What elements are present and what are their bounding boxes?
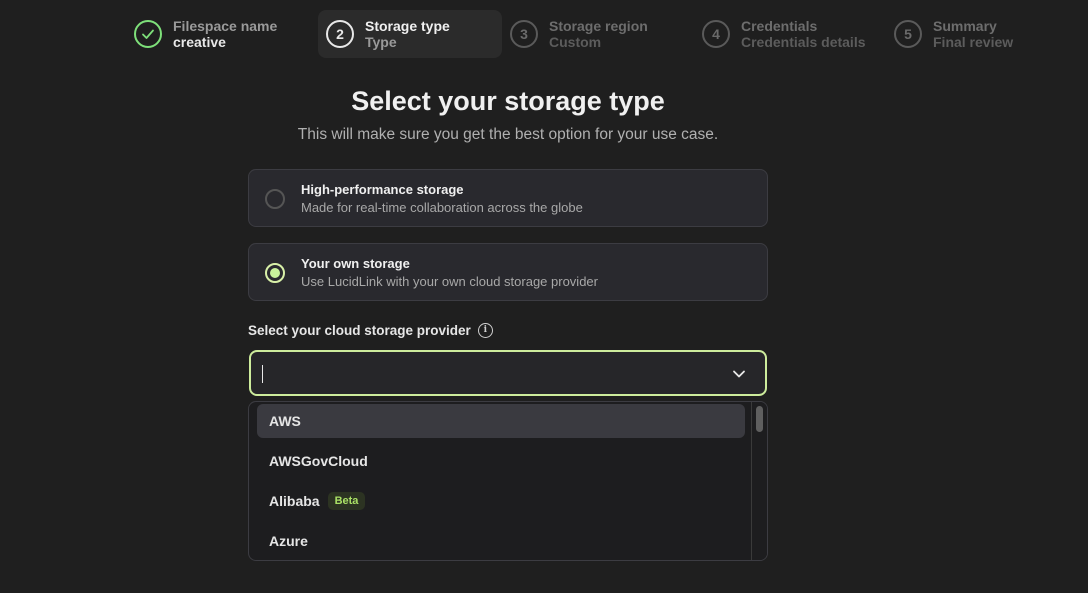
step-credentials[interactable]: 4 Credentials Credentials details bbox=[694, 10, 886, 58]
step-number: 5 bbox=[894, 20, 922, 48]
option-description: Made for real-time collaboration across … bbox=[301, 200, 583, 215]
dropdown-scrollbar[interactable] bbox=[751, 402, 767, 560]
provider-search-input[interactable] bbox=[261, 362, 705, 386]
step-subtitle: Credentials details bbox=[741, 34, 866, 50]
step-subtitle: Custom bbox=[549, 34, 602, 50]
info-icon[interactable]: i bbox=[477, 323, 493, 338]
step-subtitle: creative bbox=[173, 34, 226, 50]
step-number: 2 bbox=[326, 20, 354, 48]
option-label: Azure bbox=[269, 533, 308, 549]
step-filespace-name[interactable]: Filespace name creative bbox=[126, 10, 318, 58]
provider-option-awsgovcloud[interactable]: AWSGovCloud bbox=[257, 444, 745, 478]
create-filespace-page: Filespace name creative 2 Storage type T… bbox=[0, 0, 1088, 593]
page-title: Select your storage type bbox=[351, 86, 665, 116]
provider-select[interactable] bbox=[249, 350, 767, 396]
radio-checked[interactable] bbox=[265, 263, 285, 283]
step-title: Filespace name bbox=[173, 18, 278, 34]
provider-option-aws[interactable]: AWS bbox=[257, 404, 745, 438]
stepper: Filespace name creative 2 Storage type T… bbox=[126, 10, 1026, 58]
step-complete-circle bbox=[134, 20, 162, 48]
provider-dropdown-list: AWS AWSGovCloud Alibaba Beta Azure bbox=[248, 401, 768, 561]
step-storage-region[interactable]: 3 Storage region Custom bbox=[502, 10, 694, 58]
option-label: Alibaba bbox=[269, 493, 320, 509]
step-storage-type[interactable]: 2 Storage type Type bbox=[318, 10, 502, 58]
provider-option-alibaba[interactable]: Alibaba Beta bbox=[257, 484, 745, 518]
provider-select-label-text: Select your cloud storage provider bbox=[248, 323, 471, 338]
option-label: AWS bbox=[269, 413, 301, 429]
step-title: Credentials bbox=[741, 18, 818, 34]
option-label: AWSGovCloud bbox=[269, 453, 368, 469]
radio-unchecked[interactable] bbox=[265, 189, 285, 209]
option-description: Use LucidLink with your own cloud storag… bbox=[301, 274, 598, 289]
provider-select-label: Select your cloud storage provider i bbox=[248, 323, 493, 338]
step-title: Storage type bbox=[365, 18, 450, 34]
step-number: 4 bbox=[702, 20, 730, 48]
provider-option-azure[interactable]: Azure bbox=[257, 524, 745, 558]
step-subtitle: Type bbox=[365, 34, 397, 50]
option-title: High-performance storage bbox=[301, 182, 464, 197]
chevron-down-icon[interactable] bbox=[731, 366, 747, 382]
beta-badge: Beta bbox=[327, 492, 366, 510]
checkmark-icon bbox=[142, 29, 154, 39]
option-high-performance-storage[interactable]: High-performance storage Made for real-t… bbox=[248, 169, 768, 227]
scrollbar-thumb[interactable] bbox=[756, 406, 763, 432]
page-subtitle: This will make sure you get the best opt… bbox=[297, 126, 719, 143]
option-your-own-storage[interactable]: Your own storage Use LucidLink with your… bbox=[248, 243, 768, 301]
option-title: Your own storage bbox=[301, 256, 410, 271]
step-subtitle: Final review bbox=[933, 34, 1014, 50]
step-title: Summary bbox=[933, 18, 997, 34]
step-title: Storage region bbox=[549, 18, 648, 34]
text-caret bbox=[262, 365, 263, 383]
step-summary[interactable]: 5 Summary Final review bbox=[886, 10, 1026, 58]
step-number: 3 bbox=[510, 20, 538, 48]
